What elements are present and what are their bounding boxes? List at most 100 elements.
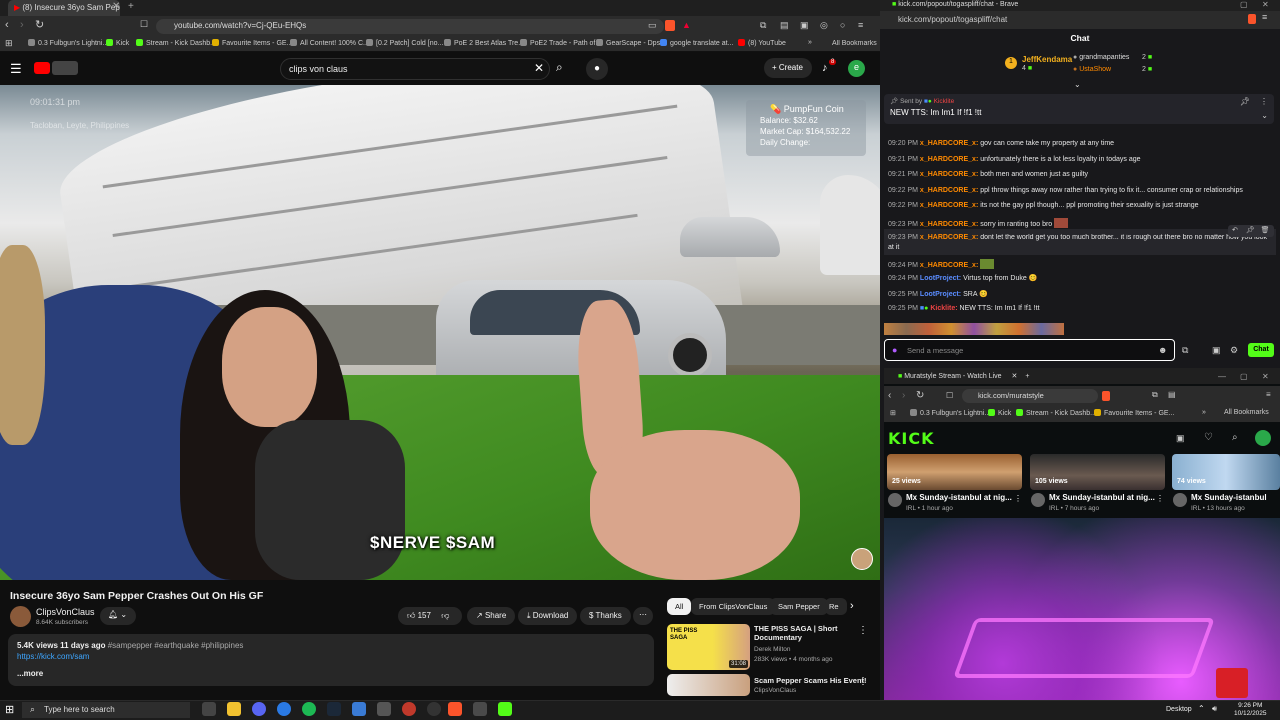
bookmark-item[interactable]: google translate at...	[660, 39, 733, 47]
task-view-icon[interactable]	[202, 702, 216, 716]
brave-icon[interactable]	[448, 702, 462, 716]
rec-title[interactable]: THE PISS SAGA | Short Documentary	[754, 624, 854, 642]
restore-icon[interactable]: ▢	[1240, 372, 1248, 381]
reload-icon[interactable]: ↻	[35, 18, 44, 31]
bookmark-item[interactable]: PoE2 Trade - Path of...	[520, 39, 601, 47]
extensions-icon[interactable]: ⧉	[1152, 390, 1158, 400]
leader-name[interactable]: JeffKendama	[1022, 55, 1072, 64]
tab-youtube[interactable]: ▶ (8) Insecure 36yo Sam Pepper	[8, 0, 120, 16]
emoji-icon[interactable]: ☻	[1158, 345, 1167, 355]
notification-bell-icon[interactable]: ♪	[822, 62, 828, 74]
hashtags[interactable]: #sampepper #earthquake #philippines	[108, 641, 244, 650]
kick-logo[interactable]: KICK	[888, 429, 935, 448]
wallet-icon[interactable]: ▣	[800, 20, 809, 31]
taskbar-clock[interactable]: 9:26 PM 10/12/2025	[1234, 702, 1267, 718]
sidebar-icon[interactable]: ▤	[1168, 390, 1176, 399]
profile-icon[interactable]: ○	[840, 20, 845, 30]
rec-thumbnail[interactable]	[667, 674, 750, 696]
description-box[interactable]: 5.4K views 11 days ago #sampepper #earth…	[8, 634, 654, 686]
thumbs-down-icon[interactable]: 👎︎	[441, 611, 449, 620]
wallet-icon[interactable]: ▣	[1212, 345, 1221, 356]
settings-gear-icon[interactable]: ⚙	[1230, 345, 1238, 356]
video-card-thumbnail[interactable]: 25 views	[887, 454, 1022, 490]
more-actions-icon[interactable]: ⋯	[633, 607, 653, 625]
screen-icon[interactable]: ▭	[648, 20, 657, 31]
menu-icon[interactable]: ≡	[1262, 12, 1267, 22]
msg-user[interactable]: LootProject:	[920, 291, 961, 298]
close-window-icon[interactable]: ✕	[1262, 372, 1269, 381]
bookmark-item[interactable]: Stream - Kick Dashb...	[1016, 409, 1096, 417]
msg-user[interactable]: LootProject:	[920, 275, 961, 282]
new-tab-icon[interactable]: +	[128, 1, 134, 12]
delete-icon[interactable]: 🗑︎	[1261, 227, 1270, 234]
pin-message-icon[interactable]: 📌︎	[1246, 227, 1255, 234]
description-link[interactable]: https://kick.com/sam	[17, 651, 645, 662]
app-icon[interactable]	[427, 702, 441, 716]
bookmark-item[interactable]: PoE 2 Best Atlas Tre...	[444, 39, 524, 47]
reload-icon[interactable]: ↻	[916, 390, 924, 401]
close-tab-icon[interactable]: ✕	[112, 1, 120, 12]
menu-icon[interactable]: ≡	[858, 20, 863, 30]
kick-url-field[interactable]: kick.com/muratstyle	[962, 389, 1098, 403]
video-more-icon[interactable]: ⋮	[1014, 494, 1022, 503]
more-bookmarks-icon[interactable]: »	[808, 39, 812, 46]
back-icon[interactable]: ‹	[888, 390, 891, 401]
channel-name[interactable]: ClipsVonClaus	[36, 607, 95, 617]
msg-user[interactable]: x_HARDCORE_x:	[920, 156, 978, 163]
video-more-icon[interactable]: ⋮	[1156, 494, 1164, 503]
send-chat-button[interactable]: Chat	[1248, 343, 1274, 357]
video-player[interactable]: 09:01:31 pm Tacloban, Leyte, Philippines	[0, 85, 880, 580]
app-icon[interactable]	[377, 702, 391, 716]
start-menu-icon[interactable]: ⊞	[5, 703, 14, 716]
new-tab-icon[interactable]: +	[1025, 373, 1029, 380]
share-button[interactable]: ↗ Share	[467, 607, 516, 625]
msg-user[interactable]: x_HARDCORE_x:	[920, 171, 978, 178]
search-icon[interactable]: ⌕	[556, 60, 563, 75]
close-window-icon[interactable]: ✕	[1262, 0, 1269, 9]
brave-shield-icon[interactable]	[1248, 14, 1256, 24]
channel-avatar[interactable]	[1031, 493, 1045, 507]
steam-icon[interactable]	[327, 702, 341, 716]
clear-search-icon[interactable]: ✕	[534, 61, 544, 75]
avatar[interactable]: e	[848, 60, 865, 77]
follow-heart-icon[interactable]: ♡	[1204, 432, 1213, 443]
msg-user[interactable]: x_HARDCORE_x:	[920, 140, 978, 147]
video-title[interactable]: Mx Sunday-istanbul	[1191, 493, 1267, 502]
pinned-more-icon[interactable]: ⋮	[1260, 97, 1268, 106]
livestream-preview[interactable]	[884, 518, 1280, 700]
gift-sub-icon[interactable]: ⧉	[1182, 345, 1188, 356]
hamburger-menu-icon[interactable]: ☰	[10, 61, 22, 77]
more-bookmarks-icon[interactable]: »	[1202, 409, 1206, 416]
rec-thumbnail[interactable]: THE PISS SAGA 31:08	[667, 624, 750, 670]
taskbar-search[interactable]: ⌕ Type here to search	[22, 702, 190, 718]
send-message-input[interactable]: Send a message	[884, 339, 1175, 361]
back-icon[interactable]: ‹	[5, 19, 9, 31]
forward-icon[interactable]: ›	[902, 390, 905, 401]
video-card-thumbnail[interactable]: 74 views	[1172, 454, 1280, 490]
bookmark-item[interactable]: 0.3 Fulbgun's Lightni...	[28, 39, 108, 47]
rec-channel[interactable]: ClipsVonClaus	[754, 687, 796, 694]
brave-shield-icon[interactable]	[665, 20, 675, 31]
thanks-button[interactable]: $ Thanks	[580, 607, 631, 625]
bookmark-item[interactable]: Stream - Kick Dashb...	[136, 39, 216, 47]
all-bookmarks[interactable]: All Bookmarks	[832, 40, 880, 47]
mic-icon[interactable]: ●	[586, 58, 608, 80]
chip-sam-pepper[interactable]: Sam Pepper	[770, 598, 828, 615]
show-more[interactable]: ...more	[17, 668, 645, 679]
msg-user[interactable]: x_HARDCORE_x:	[920, 221, 978, 228]
kick-avatar[interactable]	[1255, 430, 1271, 446]
app-icon[interactable]	[277, 702, 291, 716]
sidebar-icon[interactable]: ▤	[780, 20, 789, 31]
channel-logo-icon[interactable]	[52, 61, 78, 75]
tray-chevron-icon[interactable]: ⌃	[1198, 704, 1205, 713]
bookmark-item[interactable]: Favourite Items - GE...	[1094, 409, 1174, 417]
file-explorer-icon[interactable]	[227, 702, 241, 716]
video-title[interactable]: Mx Sunday-istanbul at nig...	[906, 493, 1012, 502]
forward-icon[interactable]: ›	[20, 19, 24, 31]
subscribe-bell-button[interactable]: 🔔︎ ⌄	[100, 607, 136, 625]
brave-shield-icon[interactable]	[1102, 391, 1110, 401]
chat-address-bar[interactable]: kick.com/popout/togaspliff/chat	[880, 11, 1280, 29]
search-input[interactable]: clips von claus	[280, 58, 550, 80]
youtube-logo-icon[interactable]	[34, 62, 50, 74]
bookmark-item[interactable]: 0.3 Fulbgun's Lightni...	[910, 409, 990, 417]
